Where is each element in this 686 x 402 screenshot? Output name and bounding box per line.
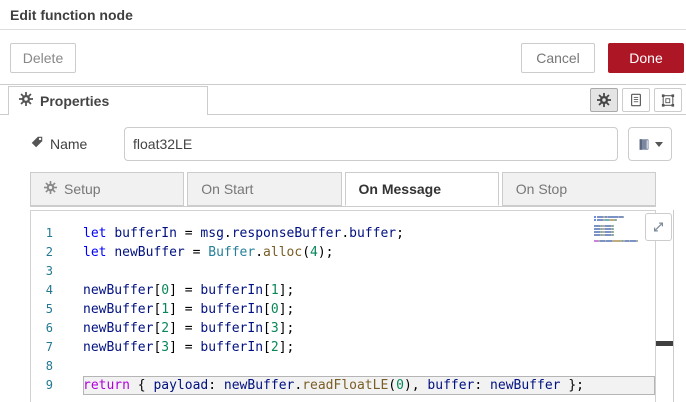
dialog-title: Edit function node [10, 7, 133, 23]
line-content: let newBuffer = Buffer.alloc(4); [83, 245, 334, 260]
line-content: return { payload: newBuffer.readFloatLE(… [83, 376, 655, 395]
line-number: 8 [45, 359, 53, 373]
name-field-label: Name [50, 135, 88, 152]
line-number: 2 [45, 245, 53, 259]
line-content [83, 262, 655, 281]
editor-expand-button[interactable] [645, 213, 672, 241]
dialog-header: Edit function node [0, 0, 686, 30]
line-number: 4 [45, 283, 53, 297]
code-lines: 1 let bufferIn = msg.responseBuffer.buffe… [31, 211, 655, 395]
line-number: 5 [45, 302, 53, 316]
line-number: 9 [45, 378, 53, 392]
tab-on-stop[interactable]: On Stop [501, 172, 656, 206]
tab-label: On Start [201, 181, 254, 197]
line-content: newBuffer[3] = bufferIn[2]; [83, 340, 295, 355]
tab-on-start[interactable]: On Start [187, 172, 342, 206]
node-description-button[interactable] [622, 88, 650, 112]
document-icon [631, 93, 641, 107]
code-line-6[interactable]: 6 newBuffer[2] = bufferIn[3]; [31, 319, 655, 338]
name-input[interactable] [124, 127, 618, 161]
tab-on-message[interactable]: On Message [344, 172, 499, 206]
frame-icon [661, 93, 675, 107]
name-field-label-group: Name [30, 135, 87, 152]
tab-properties[interactable]: Properties [8, 86, 208, 115]
cancel-button[interactable]: Cancel [521, 43, 595, 73]
tag-icon [30, 135, 44, 152]
gear-icon [19, 91, 33, 111]
code-line-1[interactable]: 1 let bufferIn = msg.responseBuffer.buffe… [31, 224, 655, 243]
tab-label: On Stop [515, 181, 568, 197]
line-number: 6 [45, 321, 53, 335]
edit-function-node-dialog: Edit function node Delete Cancel Done Pr… [0, 0, 686, 402]
node-appearance-button[interactable] [654, 88, 682, 112]
line-content: newBuffer[2] = bufferIn[3]; [83, 321, 295, 336]
editor-minimap[interactable] [593, 214, 641, 256]
properties-tab-label: Properties [40, 93, 110, 109]
code-editor[interactable]: 1 let bufferIn = msg.responseBuffer.buffe… [30, 210, 656, 402]
tab-setup[interactable]: Setup [30, 172, 185, 206]
code-line-4[interactable]: 4 newBuffer[0] = bufferIn[1]; [31, 281, 655, 300]
line-number: 1 [45, 226, 53, 240]
diagonal-expand-icon [653, 222, 664, 232]
tray-scrollbar-thumb[interactable] [656, 341, 673, 346]
line-content: let bufferIn = msg.responseBuffer.buffer… [83, 226, 404, 241]
code-line-9[interactable]: 9 return { payload: newBuffer.readFloatLE… [31, 376, 655, 395]
line-content [83, 357, 655, 376]
line-number: 7 [45, 340, 53, 354]
node-settings-button[interactable] [590, 88, 618, 112]
code-line-3[interactable]: 3 [31, 262, 655, 281]
line-content: newBuffer[0] = bufferIn[1]; [83, 283, 295, 298]
tab-label: On Message [358, 181, 441, 197]
gear-icon [44, 181, 57, 197]
chevron-down-icon [655, 141, 663, 147]
library-button[interactable] [628, 127, 672, 161]
code-line-2[interactable]: 2 let newBuffer = Buffer.alloc(4); [31, 243, 655, 262]
line-number: 3 [45, 264, 53, 278]
line-content: newBuffer[1] = bufferIn[0]; [83, 302, 295, 317]
code-line-7[interactable]: 7 newBuffer[3] = bufferIn[2]; [31, 338, 655, 357]
book-icon [639, 138, 649, 150]
delete-button[interactable]: Delete [10, 43, 76, 73]
code-line-5[interactable]: 5 newBuffer[1] = bufferIn[0]; [31, 300, 655, 319]
tab-label: Setup [64, 181, 101, 197]
done-button[interactable]: Done [608, 43, 684, 73]
dialog-toolbar: Delete Cancel Done [0, 30, 686, 85]
function-tabs: Setup On Start On Message On Stop [30, 172, 656, 207]
code-line-8[interactable]: 8 [31, 357, 655, 376]
